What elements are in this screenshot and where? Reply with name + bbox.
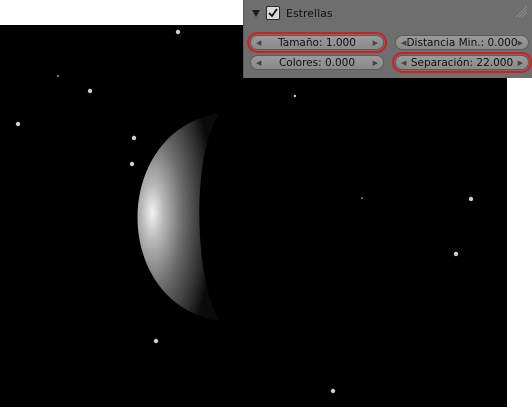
panel-grip-icon[interactable]: [514, 4, 528, 18]
colors-field-label: Colores: 0.000: [278, 56, 356, 69]
increment-arrow-icon[interactable]: ▶: [518, 39, 523, 47]
colors-field[interactable]: ◀ Colores: 0.000 ▶: [250, 55, 384, 70]
star: [15, 121, 21, 127]
star: [361, 197, 363, 199]
render-scene: [15, 29, 474, 394]
star: [87, 88, 93, 94]
star: [175, 29, 181, 35]
decrement-arrow-icon[interactable]: ◀: [256, 59, 261, 67]
size-field-label: Tamaño: 1.000: [278, 36, 356, 49]
collapse-triangle-icon[interactable]: [252, 9, 260, 17]
star: [453, 251, 459, 257]
stars-panel: Estrellas ◀ Tamaño: 1.000 ▶ ◀ Distancia …: [243, 0, 532, 78]
separation-field-label: Separación: 22.000: [410, 56, 514, 69]
separation-field[interactable]: ◀ Separación: 22.000 ▶: [392, 52, 532, 73]
panel-title: Estrellas: [286, 6, 333, 20]
decrement-arrow-icon[interactable]: ◀: [401, 59, 406, 67]
increment-arrow-icon[interactable]: ▶: [373, 59, 378, 67]
panel-header[interactable]: Estrellas: [252, 3, 333, 23]
min-distance-field[interactable]: ◀ Distancia Min.: 0.000 ▶: [395, 35, 529, 50]
size-field[interactable]: ◀ Tamaño: 1.000 ▶: [247, 32, 387, 53]
decrement-arrow-icon[interactable]: ◀: [401, 39, 406, 47]
decrement-arrow-icon[interactable]: ◀: [256, 39, 261, 47]
increment-arrow-icon[interactable]: ▶: [518, 59, 523, 67]
star: [153, 338, 159, 344]
star: [129, 161, 135, 167]
blender-screen: Estrellas ◀ Tamaño: 1.000 ▶ ◀ Distancia …: [0, 0, 532, 407]
planet-sphere: [137, 113, 220, 321]
increment-arrow-icon[interactable]: ▶: [373, 39, 378, 47]
star: [293, 94, 297, 98]
enable-stars-checkbox[interactable]: [266, 6, 280, 20]
star: [131, 135, 137, 141]
star: [330, 388, 336, 394]
render-viewport[interactable]: [0, 25, 507, 407]
min-distance-field-label: Distancia Min.: 0.000: [406, 36, 518, 49]
star: [468, 196, 474, 202]
checkmark-icon: [268, 8, 278, 18]
star-field: [15, 29, 474, 394]
star: [57, 75, 59, 77]
